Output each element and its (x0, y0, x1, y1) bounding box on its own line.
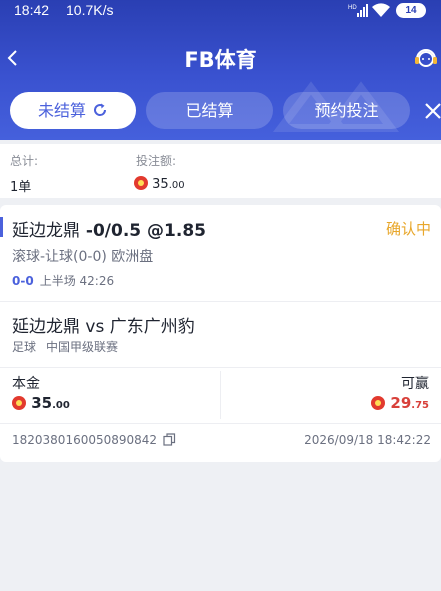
stake-int: 35 (31, 394, 53, 412)
status-bar: 18:42 10.7K/s HD 14 (0, 0, 441, 22)
tab-unsettled[interactable]: 未结算 (10, 92, 136, 129)
stake-dec: .00 (52, 400, 70, 411)
tab-settled-label: 已结算 (185, 101, 234, 120)
amount-label: 投注额: (136, 154, 177, 168)
wifi-icon (372, 3, 390, 18)
currency-coin-icon (134, 176, 148, 190)
currency-coin-icon (371, 396, 386, 410)
bet-odds: -0/0.5 @1.85 (85, 221, 206, 241)
currency-coin-icon (12, 396, 26, 410)
bet-tabs: 未结算 已结算 预约投注 (0, 92, 441, 130)
page-title: FB体育 (184, 48, 257, 72)
bet-card[interactable]: 延边龙鼎 -0/0.5 @1.85 确认中 滚球-让球(0-0) 欧洲盘 0-0… (0, 205, 441, 462)
refresh-icon[interactable] (92, 102, 108, 118)
divider (0, 423, 441, 424)
win-dec: .75 (411, 400, 429, 411)
total-value: 1单 (10, 180, 32, 195)
amount-int: 35 (152, 177, 169, 192)
league-name: 中国甲级联赛 (46, 340, 119, 354)
match-period: 上半场 42:26 (39, 274, 115, 288)
match-name: 延边龙鼎 vs 广东广州豹 (12, 317, 195, 337)
stake-value: 35.00 (12, 394, 70, 412)
bet-summary: 总计: 1单 投注额: 35.00 (0, 144, 441, 198)
card-accent-bar (0, 217, 3, 237)
amount-dec: .00 (168, 180, 185, 191)
potential-win-value: 29.75 (371, 394, 429, 412)
tab-unsettled-label: 未结算 (37, 101, 86, 120)
total-label: 总计: (10, 154, 39, 168)
header: 18:42 10.7K/s HD 14 FB体育 未结算 已结算 预约投注 (0, 0, 441, 140)
battery-indicator: 14 (396, 3, 426, 18)
status-time: 18:42 (14, 2, 50, 18)
svg-text:HD: HD (348, 5, 357, 11)
bet-selection: 延边龙鼎 -0/0.5 @1.85 (12, 216, 206, 241)
tab-reserved-bets-label: 预约投注 (314, 101, 379, 120)
order-id: 1820380160050890842 (12, 433, 176, 447)
amount-value: 35.00 (134, 176, 185, 192)
nav-bar: FB体育 (0, 38, 441, 78)
sport-name: 足球 (12, 340, 37, 354)
league-line: 足球 中国甲级联赛 (12, 338, 118, 355)
tab-reserved-bets[interactable]: 预约投注 (283, 92, 410, 129)
copy-icon[interactable] (163, 433, 176, 446)
bet-datetime: 2026/09/18 18:42:22 (304, 433, 431, 447)
status-net-speed: 10.7K/s (66, 2, 114, 18)
stake-label: 本金 (12, 376, 40, 392)
signal-icon: HD (348, 4, 368, 17)
bet-team: 延边龙鼎 (12, 221, 80, 241)
divider (0, 301, 441, 302)
vertical-divider (220, 371, 221, 419)
live-score: 0-0 上半场 42:26 (12, 272, 114, 289)
divider (0, 367, 441, 368)
customer-service-icon[interactable] (412, 44, 440, 72)
status-badge: 确认中 (385, 220, 431, 238)
order-id-value: 1820380160050890842 (12, 433, 158, 447)
tab-settled[interactable]: 已结算 (146, 92, 273, 129)
score-value: 0-0 (12, 274, 34, 288)
potential-win-label: 可赢 (401, 376, 429, 392)
close-icon[interactable] (422, 100, 441, 122)
win-int: 29 (390, 394, 412, 412)
bet-market: 滚球-让球(0-0) 欧洲盘 (12, 249, 154, 265)
